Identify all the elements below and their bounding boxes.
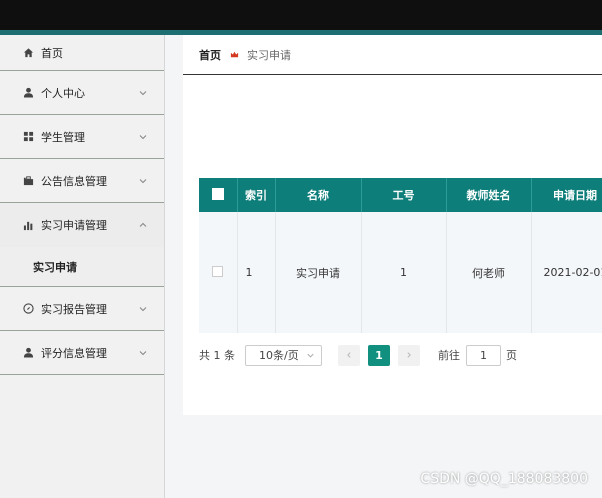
goto-suffix: 页 [506,349,517,362]
chevron-down-icon [307,353,314,358]
sidebar-item-internship-report-management[interactable]: 实习报告管理 [0,287,164,331]
page-size-select[interactable]: 10条/页 [245,344,322,366]
column-header: 教师姓名 [446,178,532,212]
user-icon [22,87,34,99]
watermark: CSDN @QQ_188083800 [420,471,588,487]
next-page-button[interactable] [398,344,420,366]
cell-index: 1 [237,212,276,333]
goto-page-input[interactable]: 1 [466,344,501,366]
data-table: 索引 名称 工号 教师姓名 申请日期 1 实习申请 1 何老师 2021-02-… [199,178,602,333]
cell-teacher: 何老师 [446,212,532,333]
sidebar-item-label: 首页 [41,46,63,60]
chevron-down-icon [139,306,147,311]
chevron-down-icon [139,134,147,139]
prev-page-button[interactable] [338,344,360,366]
main-content: 首页 实习申请 索引 名称 工号 教师姓名 申请日期 1 实习申请 1 何老师 … [183,35,602,498]
breadcrumb-home[interactable]: 首页 [199,47,221,63]
home-icon [22,47,34,59]
sidebar-subitem-label: 实习申请 [33,260,77,274]
compass-icon [22,303,34,315]
sidebar-item-label: 评分信息管理 [41,346,107,360]
crown-icon [230,51,239,58]
chevron-down-icon [139,350,147,355]
chevron-left-icon [347,352,351,358]
sidebar-subitem-internship-application[interactable]: 实习申请 [0,247,164,287]
table-row[interactable]: 1 实习申请 1 何老师 2021-02-01 [199,212,602,333]
top-header-bar [0,0,602,30]
breadcrumb: 首页 实习申请 [183,35,602,75]
bar-chart-icon [22,219,34,231]
user-icon [22,347,34,359]
table-header-row: 索引 名称 工号 教师姓名 申请日期 [199,178,602,212]
breadcrumb-current: 实习申请 [247,48,291,62]
chevron-down-icon [139,178,147,183]
row-checkbox[interactable] [212,265,224,277]
sidebar-item-label: 个人中心 [41,86,85,100]
pagination-total: 共 1 条 [199,349,235,362]
column-header: 索引 [237,178,276,212]
sidebar-item-label: 公告信息管理 [41,174,107,188]
sidebar: 首页 个人中心 学生管理 公告信息管理 实习申请管理 实习申请 实习报告管理 评… [0,35,165,498]
cell-work-no: 1 [361,212,447,333]
sidebar-item-internship-application-management[interactable]: 实习申请管理 [0,203,164,247]
column-header: 名称 [275,178,362,212]
sidebar-item-label: 实习报告管理 [41,302,107,316]
chevron-down-icon [139,90,147,95]
column-header: 工号 [361,178,447,212]
cell-name: 实习申请 [275,212,362,333]
select-all-checkbox[interactable] [211,187,224,200]
sidebar-item-label: 实习申请管理 [41,219,107,232]
page-size-value: 10条/页 [259,349,299,362]
page-number-button[interactable]: 1 [368,344,390,366]
sidebar-item-label: 学生管理 [41,130,85,144]
briefcase-icon [22,175,34,187]
column-header: 申请日期 [531,178,602,212]
grid-icon [22,131,34,143]
chevron-up-icon [139,222,147,227]
sidebar-item-home[interactable]: 首页 [0,35,164,71]
sidebar-item-personal-center[interactable]: 个人中心 [0,71,164,115]
sidebar-item-student-management[interactable]: 学生管理 [0,115,164,159]
pagination: 共 1 条 10条/页 1 前往 1 页 [199,343,517,367]
row-select-cell[interactable] [199,212,238,333]
sidebar-item-score-management[interactable]: 评分信息管理 [0,331,164,375]
chevron-right-icon [407,352,411,358]
cell-date: 2021-02-01 [531,212,602,333]
sidebar-item-notice-management[interactable]: 公告信息管理 [0,159,164,203]
select-all-header[interactable] [199,178,238,212]
data-table-wrapper: 索引 名称 工号 教师姓名 申请日期 1 实习申请 1 何老师 2021-02-… [199,178,602,333]
goto-label: 前往 [438,349,460,362]
